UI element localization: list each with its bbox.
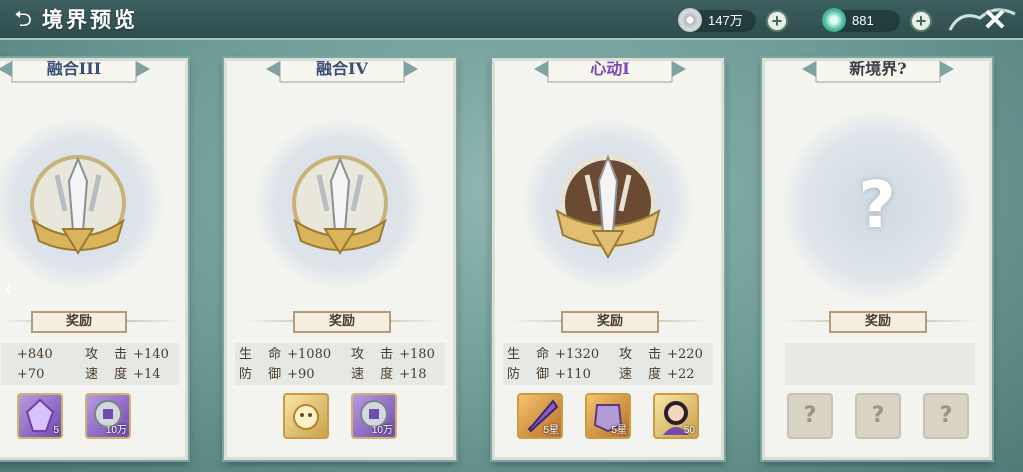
spirit-icon	[293, 404, 319, 430]
item-count: 10万	[105, 425, 127, 436]
stat-key: 生 命	[507, 347, 556, 362]
stat-key: 生 命	[239, 347, 288, 362]
stat-key: 攻 击	[351, 347, 400, 362]
stat-value: +1080	[287, 347, 332, 362]
reward-item-hero[interactable]: 50	[653, 393, 699, 439]
jade-currency: 881	[822, 8, 900, 32]
realm-name: 融合IV	[279, 61, 405, 83]
silver-coin-icon	[678, 8, 702, 32]
reward-label: 奖励	[293, 311, 391, 333]
item-count: 5	[53, 425, 59, 436]
stat-value: +70	[17, 367, 45, 382]
reward-item-unknown: ?	[855, 393, 901, 439]
realm-emblem-icon	[292, 155, 388, 255]
close-button[interactable]: ✕	[978, 4, 1012, 38]
stat-value: +14	[133, 367, 161, 382]
stat-hp: 生 命+1080	[239, 345, 331, 365]
stat-hp: 生 命+1320	[507, 345, 599, 365]
realm-name: 心动I	[547, 61, 673, 83]
stat-key: 攻 击	[85, 347, 134, 362]
page-title: 境界预览	[42, 7, 138, 32]
stat-value: +180	[399, 347, 435, 362]
realm-card-1[interactable]: 融合III ‹ 奖励 +840 攻 击+140 +70 速 度+14 5 10万	[0, 58, 188, 460]
scroll-left-icon[interactable]: ‹	[5, 279, 12, 299]
item-count: 5星	[611, 425, 627, 436]
item-count: 10万	[371, 425, 393, 436]
stat-spd: 速 度+18	[351, 365, 427, 385]
stat-atk: 攻 击+140	[85, 345, 169, 365]
reward-label: 奖励	[561, 311, 659, 333]
realm-name: 融合III	[11, 61, 137, 83]
stat-spd: 速 度+14	[85, 365, 161, 385]
silver-amount: 147万	[708, 13, 743, 28]
add-jade-button[interactable]: +	[910, 10, 932, 32]
reward-item-dagger[interactable]: 5星	[517, 393, 563, 439]
jade-amount: 881	[852, 13, 874, 28]
stat-value: +140	[133, 347, 169, 362]
add-silver-button[interactable]: +	[766, 10, 788, 32]
realm-name: 新境界?	[815, 61, 941, 83]
question-mark-icon: ?	[858, 169, 896, 243]
stat-def: +70	[17, 365, 44, 385]
item-count: 50	[683, 425, 695, 436]
stats-panel: +840 攻 击+140 +70 速 度+14	[1, 343, 179, 385]
realm-card-4[interactable]: 新境界? ? 奖励 ? ? ?	[762, 58, 992, 460]
jade-icon	[822, 8, 846, 32]
reward-item-unknown: ?	[923, 393, 969, 439]
reward-item-coin[interactable]: 10万	[351, 393, 397, 439]
reward-label: 奖励	[31, 311, 127, 333]
stat-atk: 攻 击+180	[351, 345, 435, 365]
silver-currency: 147万	[678, 8, 756, 32]
stat-value: +18	[399, 367, 427, 382]
reward-item-unknown: ?	[787, 393, 833, 439]
realm-card-2[interactable]: 融合IV 奖励 生 命+1080 攻 击+180 防 御+90 速 度+18 1…	[224, 58, 456, 460]
stats-panel: 生 命+1320 攻 击+220 防 御+110 速 度+22	[503, 343, 713, 385]
stat-def: 防 御+110	[507, 365, 591, 385]
reward-item-spirit[interactable]	[283, 393, 329, 439]
stats-panel: 生 命+1080 攻 击+180 防 御+90 速 度+18	[235, 343, 445, 385]
top-bar: ⮌ 境界预览 147万 + 881 + ✕	[0, 0, 1023, 40]
stat-value: +840	[17, 347, 53, 362]
stat-key: 速 度	[619, 367, 668, 382]
stat-hp: +840	[17, 345, 53, 365]
realm-card-3[interactable]: 心动I 奖励 生 命+1320 攻 击+220 防 御+110 速 度+22 5…	[492, 58, 724, 460]
stat-spd: 速 度+22	[619, 365, 695, 385]
stats-panel-empty	[785, 343, 975, 385]
stat-value: +90	[287, 367, 315, 382]
stat-key: 攻 击	[619, 347, 668, 362]
reward-label: 奖励	[829, 311, 927, 333]
stat-key: 速 度	[351, 367, 400, 382]
stat-value: +1320	[555, 347, 600, 362]
reward-item-armor[interactable]: 5星	[585, 393, 631, 439]
stat-key: 防 御	[507, 367, 556, 382]
stat-def: 防 御+90	[239, 365, 315, 385]
reward-item-crystal[interactable]: 5	[17, 393, 63, 439]
stat-value: +110	[555, 367, 591, 382]
item-count: 5星	[543, 425, 559, 436]
stat-key: 速 度	[85, 367, 134, 382]
realm-emblem-icon	[30, 155, 126, 255]
reward-item-coin[interactable]: 10万	[85, 393, 131, 439]
realm-emblem-icon	[555, 154, 661, 260]
stat-atk: 攻 击+220	[619, 345, 703, 365]
stat-key: 防 御	[239, 367, 288, 382]
stat-value: +22	[667, 367, 695, 382]
back-icon[interactable]: ⮌	[8, 6, 38, 34]
stat-value: +220	[667, 347, 703, 362]
